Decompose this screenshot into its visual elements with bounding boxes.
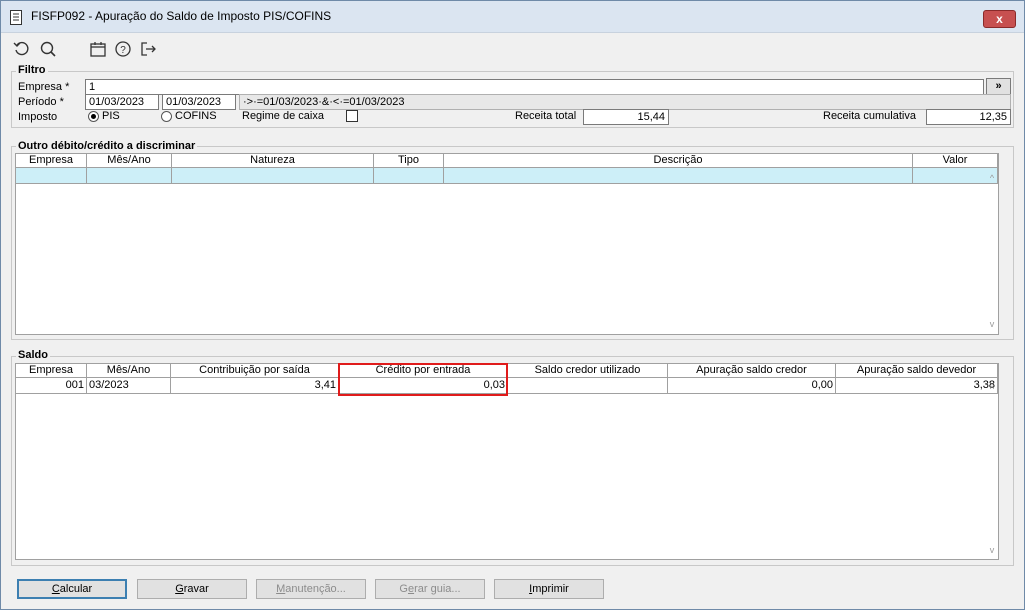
pis-radio-label: PIS bbox=[102, 110, 120, 122]
calendar-icon[interactable] bbox=[88, 39, 108, 59]
receita-total-field[interactable]: 15,44 bbox=[583, 109, 669, 125]
saldo-header-apuracao-devedor[interactable]: Apuração saldo devedor bbox=[836, 364, 998, 378]
highlight-box bbox=[338, 363, 508, 396]
outros-legend: Outro débito/crédito a discriminar bbox=[16, 140, 198, 152]
calcular-label-key: C bbox=[51, 583, 60, 595]
scroll-up-icon[interactable]: ^ bbox=[986, 173, 998, 183]
saldo-header-apuracao-credor[interactable]: Apuração saldo credor bbox=[668, 364, 836, 378]
manutencao-label-post: anutenção... bbox=[285, 583, 346, 595]
main-window: FISFP092 - Apuração do Saldo de Imposto … bbox=[0, 0, 1025, 610]
pis-radio[interactable] bbox=[88, 111, 99, 122]
receita-cumulativa-field[interactable]: 12,35 bbox=[926, 109, 1011, 125]
filtro-legend: Filtro bbox=[16, 64, 48, 76]
imposto-label: Imposto bbox=[18, 111, 58, 123]
outros-header-natureza[interactable]: Natureza bbox=[172, 154, 374, 168]
outros-cell[interactable] bbox=[87, 168, 172, 184]
exit-icon[interactable] bbox=[138, 39, 158, 59]
outros-cell[interactable] bbox=[172, 168, 374, 184]
outros-header-descricao[interactable]: Descrição bbox=[444, 154, 913, 168]
calcular-button[interactable]: Calcular bbox=[17, 579, 127, 599]
outros-header-empresa[interactable]: Empresa bbox=[16, 154, 87, 168]
imprimir-button[interactable]: Imprimir bbox=[494, 579, 604, 599]
periodo-label: Período * bbox=[18, 96, 64, 108]
saldo-header-contribuicao[interactable]: Contribuição por saída bbox=[171, 364, 339, 378]
periodo-expression: ·>·=01/03/2023·&·<·=01/03/2023 bbox=[239, 94, 1011, 110]
periodo-de-input[interactable]: 01/03/2023 bbox=[85, 94, 159, 110]
saldo-cell-contribuicao[interactable]: 3,41 bbox=[171, 378, 339, 394]
window-title: FISFP092 - Apuração do Saldo de Imposto … bbox=[31, 9, 332, 23]
receita-cumulativa-label: Receita cumulativa bbox=[823, 110, 916, 122]
saldo-cell-apuracao-devedor[interactable]: 3,38 bbox=[836, 378, 998, 394]
scroll-up-icon[interactable]: ^ bbox=[986, 384, 998, 394]
gravar-button[interactable]: Gravar bbox=[137, 579, 247, 599]
svg-text:?: ? bbox=[120, 45, 126, 56]
scroll-down-icon[interactable]: v bbox=[986, 545, 998, 555]
cofins-radio-label: COFINS bbox=[175, 110, 217, 122]
outros-header-mesano[interactable]: Mês/Ano bbox=[87, 154, 172, 168]
empresa-lookup-button[interactable]: » bbox=[986, 78, 1011, 95]
regime-caixa-checkbox[interactable] bbox=[346, 110, 358, 122]
outros-header-valor[interactable]: Valor bbox=[913, 154, 998, 168]
gravar-label-key: G bbox=[175, 583, 184, 595]
imprimir-label-post: mprimir bbox=[532, 583, 569, 595]
gerar-label-pre: G bbox=[399, 583, 408, 595]
calcular-label-post: alcular bbox=[59, 583, 93, 595]
saldo-header-saldo-credor[interactable]: Saldo credor utilizado bbox=[508, 364, 668, 378]
saldo-cell-mesano[interactable]: 03/2023 bbox=[87, 378, 171, 394]
saldo-cell-saldo-credor[interactable] bbox=[508, 378, 668, 394]
outros-cell[interactable] bbox=[444, 168, 913, 184]
empresa-input[interactable]: 1 bbox=[85, 79, 984, 95]
outros-cell[interactable] bbox=[374, 168, 444, 184]
empresa-label: Empresa * bbox=[18, 81, 70, 93]
saldo-header-empresa[interactable]: Empresa bbox=[16, 364, 87, 378]
outros-header-tipo[interactable]: Tipo bbox=[374, 154, 444, 168]
periodo-ate-input[interactable]: 01/03/2023 bbox=[162, 94, 236, 110]
title-bar: FISFP092 - Apuração do Saldo de Imposto … bbox=[1, 1, 1024, 33]
cofins-radio[interactable] bbox=[161, 111, 172, 122]
saldo-cell-apuracao-credor[interactable]: 0,00 bbox=[668, 378, 836, 394]
receita-total-label: Receita total bbox=[515, 110, 577, 122]
gravar-label-post: ravar bbox=[183, 583, 209, 595]
close-button[interactable]: x bbox=[983, 10, 1016, 28]
outros-cell[interactable] bbox=[16, 168, 87, 184]
manutencao-label-key: M bbox=[276, 583, 286, 595]
outros-grid[interactable]: Empresa Mês/Ano Natureza Tipo Descrição … bbox=[15, 153, 999, 335]
manutencao-button[interactable]: Manutenção... bbox=[256, 579, 366, 599]
gerar-guia-button[interactable]: Gerar guia... bbox=[375, 579, 485, 599]
gerar-label-post: rar guia... bbox=[414, 583, 461, 595]
saldo-cell-empresa[interactable]: 001 bbox=[16, 378, 87, 394]
refresh-icon[interactable] bbox=[12, 39, 32, 59]
regime-caixa-label: Regime de caixa bbox=[242, 110, 324, 122]
document-icon bbox=[10, 10, 22, 25]
scroll-down-icon[interactable]: v bbox=[986, 319, 998, 329]
saldo-header-mesano[interactable]: Mês/Ano bbox=[87, 364, 171, 378]
help-icon[interactable]: ? bbox=[113, 39, 133, 59]
search-icon[interactable] bbox=[38, 39, 58, 59]
saldo-legend: Saldo bbox=[16, 349, 50, 361]
